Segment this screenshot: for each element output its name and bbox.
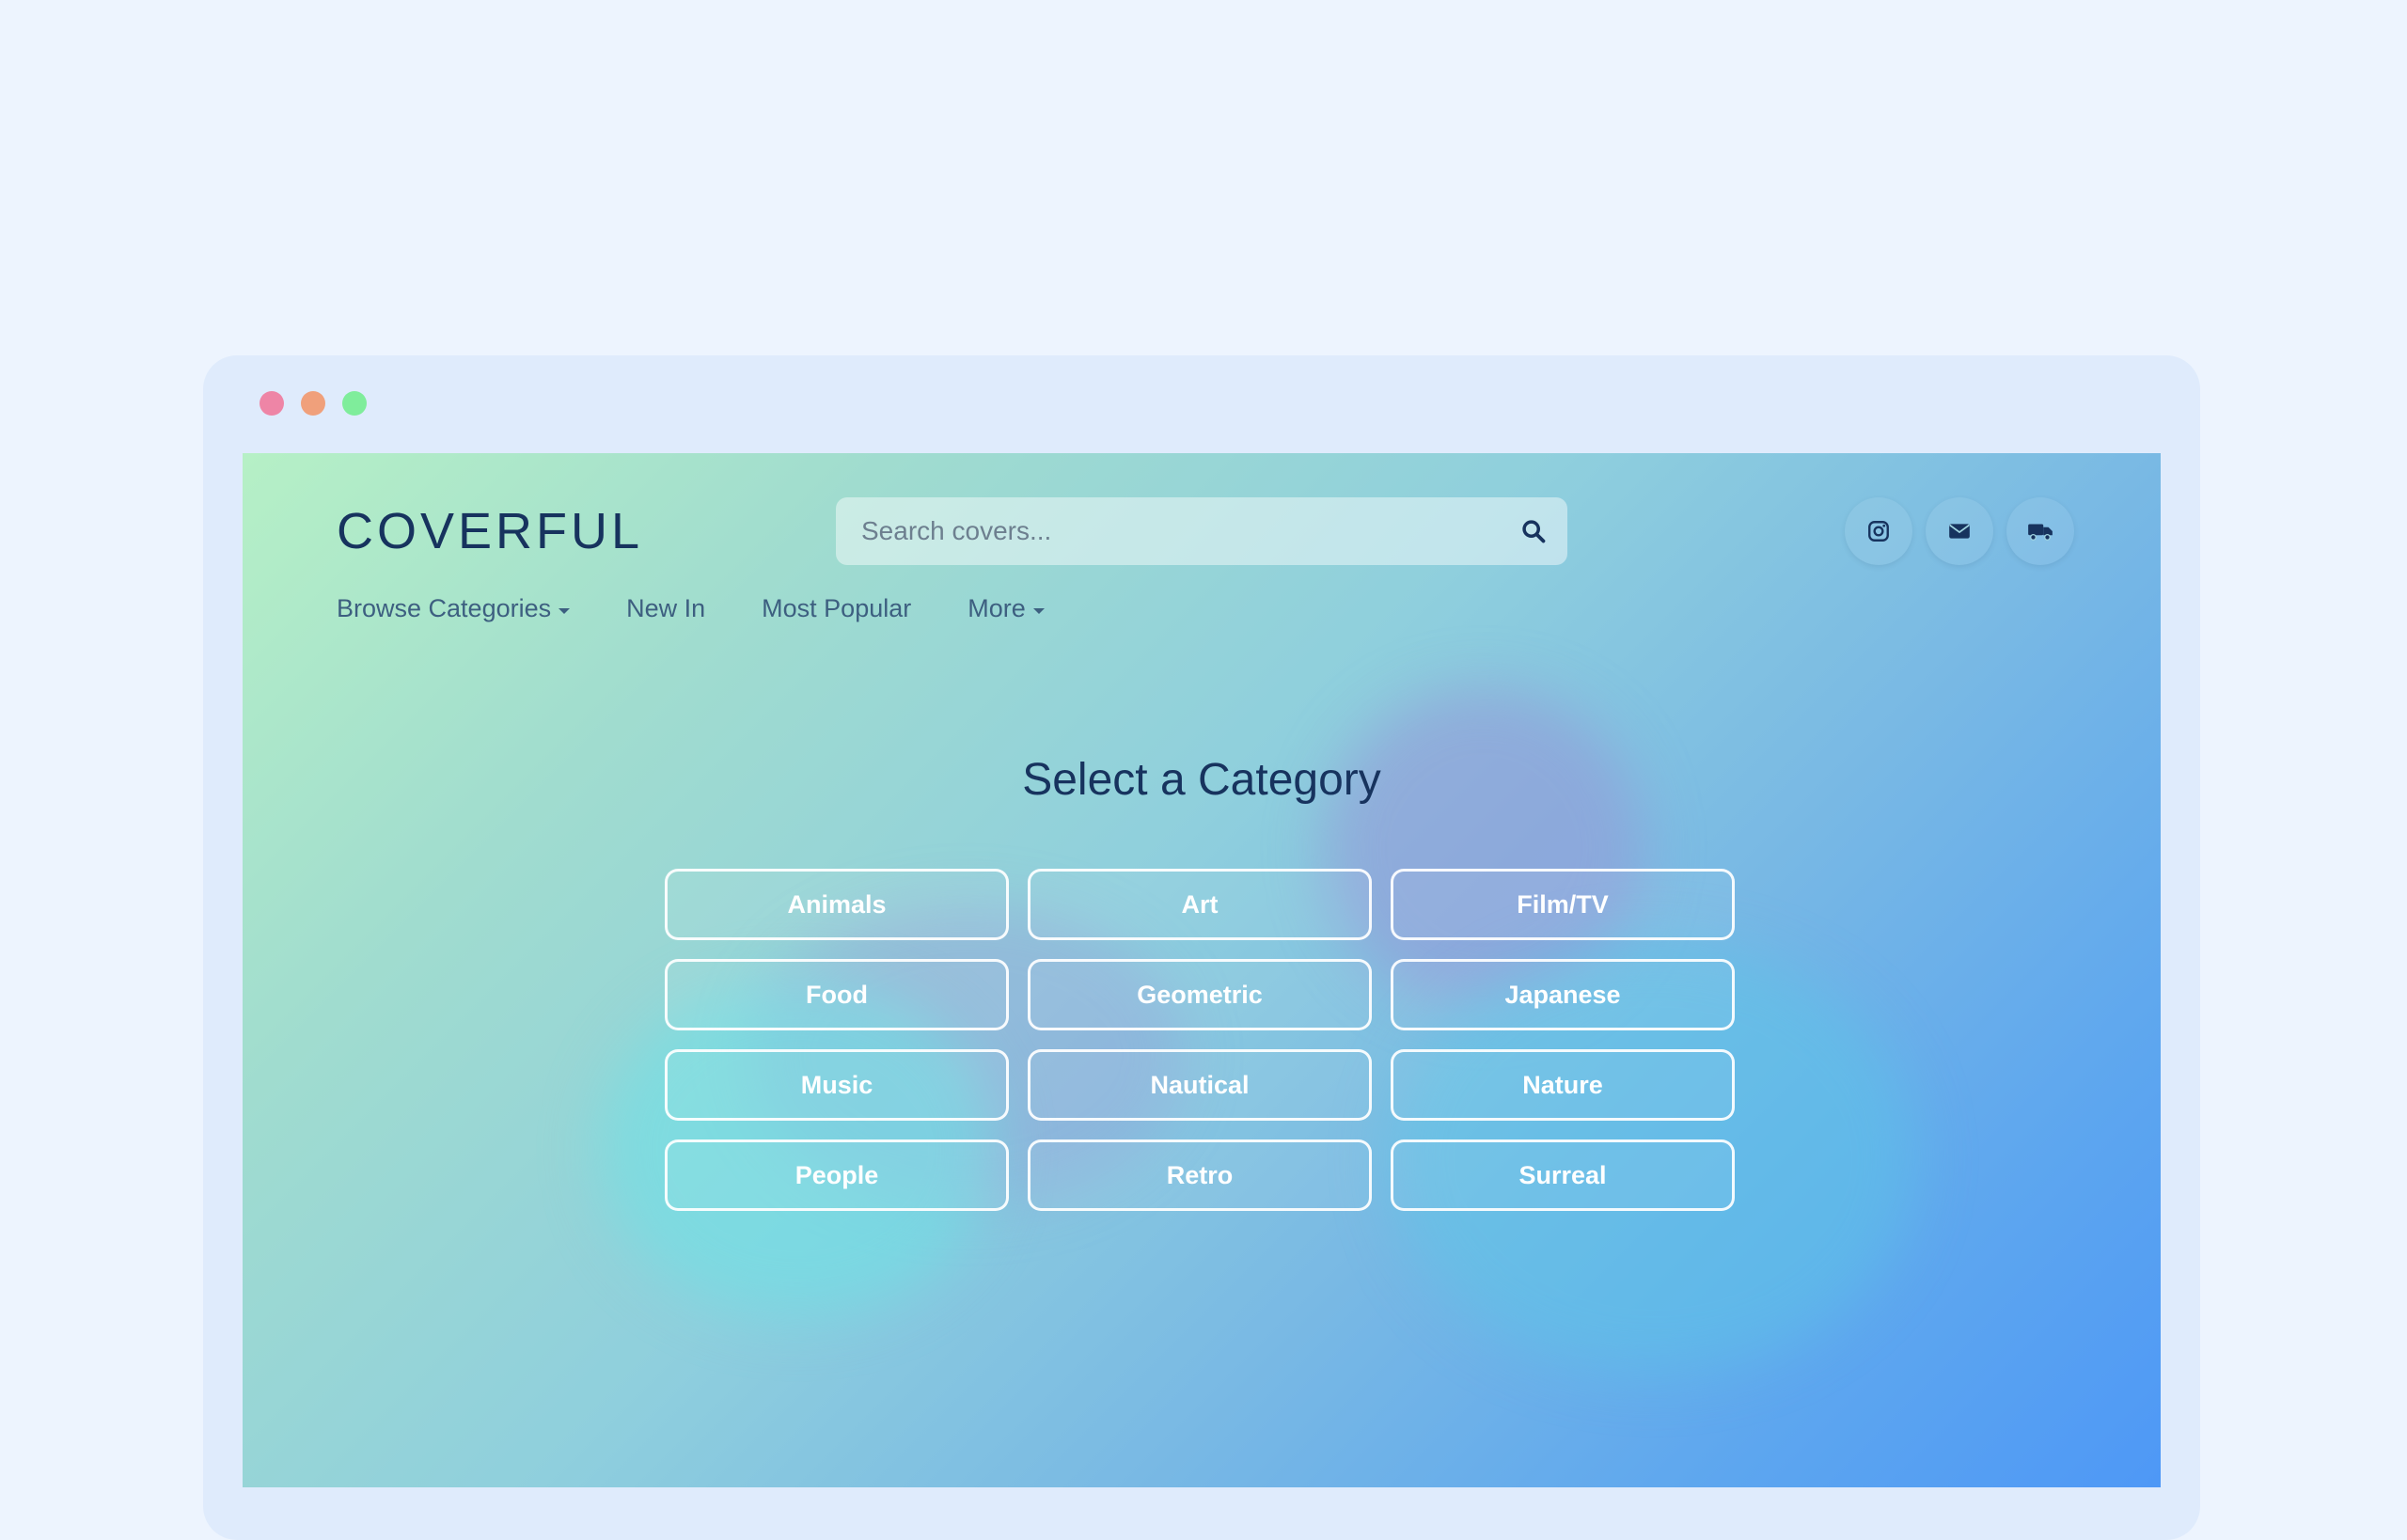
close-window-button[interactable]: [260, 391, 284, 416]
instagram-button[interactable]: [1845, 497, 1912, 565]
category-grid: Animals Art Film/TV Food Geometric Japan…: [665, 869, 1735, 1211]
category-button-animals[interactable]: Animals: [665, 869, 1009, 940]
truck-icon: [2028, 524, 2053, 541]
nav-most-popular[interactable]: Most Popular: [762, 594, 911, 623]
category-button-nature[interactable]: Nature: [1391, 1049, 1735, 1121]
nav-item-label: Most Popular: [762, 594, 912, 622]
instagram-icon: [1868, 521, 1889, 542]
search-button[interactable]: [1500, 497, 1567, 565]
nav-browse-categories[interactable]: Browse Categories: [337, 594, 571, 623]
category-button-geometric[interactable]: Geometric: [1028, 959, 1372, 1030]
shipping-button[interactable]: [2006, 497, 2074, 565]
search-input[interactable]: [836, 515, 1500, 547]
category-button-japanese[interactable]: Japanese: [1391, 959, 1735, 1030]
main-nav: Browse Categories New In Most Popular Mo…: [337, 594, 1045, 623]
category-button-retro[interactable]: Retro: [1028, 1139, 1372, 1211]
nav-more[interactable]: More: [968, 594, 1045, 623]
mail-button[interactable]: [1926, 497, 1993, 565]
search-bar: [836, 497, 1567, 565]
mail-icon: [1949, 524, 1970, 539]
caret-down-icon: [1032, 607, 1045, 614]
category-button-nautical[interactable]: Nautical: [1028, 1049, 1372, 1121]
site-logo[interactable]: COVERFUL: [337, 502, 643, 560]
nav-item-label: Browse Categories: [337, 594, 552, 622]
page-viewport: COVERFUL Search covers... Browse Categor…: [243, 453, 2161, 1487]
category-button-people[interactable]: People: [665, 1139, 1009, 1211]
minimize-window-button[interactable]: [301, 391, 325, 416]
search-icon: [1522, 520, 1546, 543]
category-button-music[interactable]: Music: [665, 1049, 1009, 1121]
window-controls: [260, 391, 367, 416]
nav-new-in[interactable]: New In: [626, 594, 705, 623]
social-links: [1845, 497, 2074, 565]
category-button-food[interactable]: Food: [665, 959, 1009, 1030]
category-button-film-tv[interactable]: Film/TV: [1391, 869, 1735, 940]
nav-item-label: New In: [626, 594, 706, 622]
category-button-surreal[interactable]: Surreal: [1391, 1139, 1735, 1211]
maximize-window-button[interactable]: [342, 391, 367, 416]
nav-item-label: More: [968, 594, 1026, 622]
caret-down-icon: [558, 607, 571, 614]
category-button-art[interactable]: Art: [1028, 869, 1372, 940]
page-title: Select a Category: [1022, 755, 1381, 805]
